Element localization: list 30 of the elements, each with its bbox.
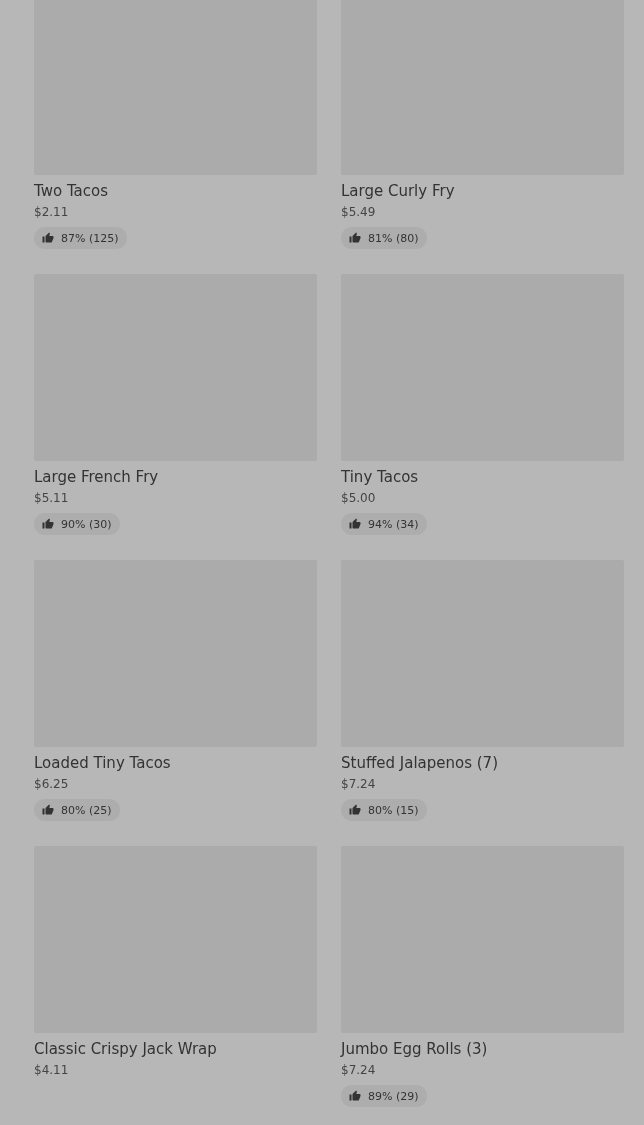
thumbs-up-icon: [42, 518, 54, 530]
item-price: $7.24: [341, 776, 376, 793]
item-price: $4.11: [34, 1062, 69, 1079]
item-price: $5.00: [341, 490, 376, 507]
item-name: Two Tacos: [34, 181, 108, 201]
item-price: $6.25: [34, 776, 69, 793]
item-name: Jumbo Egg Rolls (3): [341, 1039, 488, 1059]
rating-text: 80% (25): [61, 803, 112, 817]
thumbs-up-icon: [42, 232, 54, 244]
item-name: Large French Fry: [34, 467, 159, 487]
rating-text: 94% (34): [368, 517, 419, 531]
item-name: Large Curly Fry: [341, 181, 455, 201]
thumbs-up-icon: [349, 804, 361, 816]
thumbs-up-icon: [349, 1090, 361, 1102]
rating-text: 87% (125): [61, 231, 119, 245]
item-price: $5.49: [341, 204, 376, 221]
item-name: Classic Crispy Jack Wrap: [34, 1039, 217, 1059]
rating-text: 90% (30): [61, 517, 112, 531]
rating-text: 81% (80): [368, 231, 419, 245]
rating-text: 89% (29): [368, 1089, 419, 1103]
thumbs-up-icon: [349, 232, 361, 244]
item-price: $5.11: [34, 490, 69, 507]
item-name: Stuffed Jalapenos (7): [341, 753, 498, 773]
item-name: Loaded Tiny Tacos: [34, 753, 171, 773]
item-name: Tiny Tacos: [341, 467, 419, 487]
thumbs-up-icon: [349, 518, 361, 530]
thumbs-up-icon: [42, 804, 54, 816]
item-price: $2.11: [34, 204, 69, 221]
rating-text: 80% (15): [368, 803, 419, 817]
item-price: $7.24: [341, 1062, 376, 1079]
